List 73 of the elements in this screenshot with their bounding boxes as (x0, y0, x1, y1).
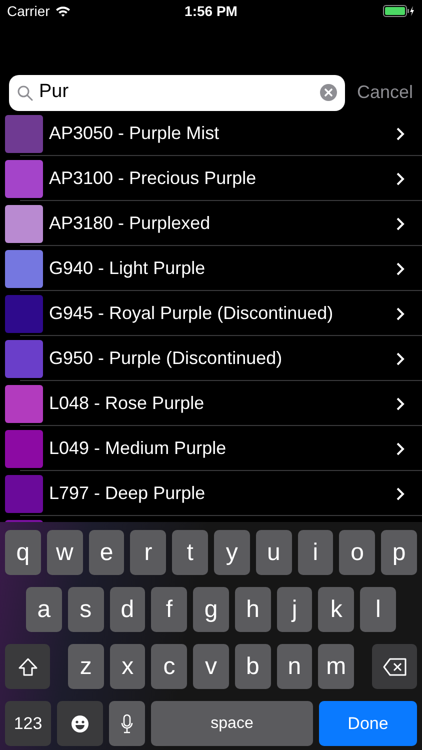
result-label: AP3100 - Precious Purple (49, 167, 258, 190)
letter-key[interactable]: j (276, 587, 312, 632)
letter-key[interactable]: a (26, 587, 62, 632)
letter-key[interactable]: d (110, 587, 146, 632)
carrier-label: Carrier (7, 2, 50, 20)
result-row[interactable]: L048 - Rose Purple (0, 381, 422, 426)
result-label: G940 - Light Purple (49, 257, 206, 280)
letter-key[interactable]: b (234, 644, 271, 689)
microphone-icon (121, 714, 133, 734)
chevron-icon (396, 262, 405, 276)
letter-key[interactable]: z (68, 644, 104, 689)
letter-key[interactable]: v (193, 644, 229, 689)
letter-key[interactable]: l (360, 587, 396, 632)
result-row[interactable]: AP3100 - Precious Purple (0, 156, 422, 201)
letter-key[interactable]: s (68, 587, 104, 632)
letter-key[interactable]: r (130, 530, 166, 575)
result-label: L049 - Medium Purple (49, 437, 228, 460)
result-label: AP3050 - Purple Mist (49, 122, 220, 145)
result-label: L797 - Deep Purple (49, 482, 206, 505)
letter-key[interactable]: p (381, 530, 417, 575)
chevron-icon (396, 396, 405, 410)
result-label: L048 - Rose Purple (49, 392, 206, 415)
search-field[interactable]: Pur (9, 74, 345, 110)
cancel-button[interactable]: Cancel (356, 79, 413, 106)
status-time: 1:56 PM (184, 2, 238, 20)
wifi-icon (54, 5, 71, 17)
result-label: G950 - Purple (Discontinued) (49, 347, 284, 370)
letter-key[interactable]: w (46, 530, 83, 575)
chevron-icon (396, 442, 405, 456)
letter-key[interactable]: h (234, 587, 271, 632)
shift-key[interactable] (5, 644, 50, 689)
chevron-icon (396, 352, 405, 366)
dictation-key[interactable] (109, 701, 145, 746)
search-text: Pur (39, 80, 70, 104)
letter-key[interactable]: c (151, 644, 188, 689)
space-key[interactable]: space (151, 701, 313, 746)
letter-key[interactable]: k (318, 587, 354, 632)
letter-key[interactable]: f (151, 587, 188, 632)
letter-key[interactable]: e (88, 530, 124, 575)
delete-key[interactable] (372, 644, 418, 689)
result-row[interactable]: AP3180 - Purplexed (0, 201, 422, 246)
smiley-icon (71, 714, 89, 732)
letter-key[interactable]: t (172, 530, 208, 575)
result-row[interactable]: G950 - Purple (Discontinued) (0, 336, 422, 381)
letter-key[interactable]: y (214, 530, 250, 575)
letter-key[interactable]: m (318, 644, 354, 689)
chevron-icon (396, 306, 405, 320)
result-row[interactable]: AP3050 - Purple Mist (0, 111, 422, 156)
chevron-icon (396, 126, 405, 140)
result-row[interactable]: L049 - Medium Purple (0, 426, 422, 471)
letter-key[interactable]: i (298, 530, 334, 575)
letter-key[interactable]: g (193, 587, 229, 632)
letter-key[interactable]: n (276, 644, 312, 689)
emoji-key[interactable] (57, 701, 103, 746)
result-label: G945 - Royal Purple (Discontinued) (49, 302, 334, 325)
result-row[interactable]: G945 - Royal Purple (Discontinued) (0, 291, 422, 336)
letter-key[interactable]: q (5, 530, 41, 575)
result-row[interactable]: L797 - Deep Purple (0, 471, 422, 516)
letter-key[interactable]: x (110, 644, 146, 689)
letter-key[interactable]: u (256, 530, 292, 575)
shift-icon (18, 658, 38, 676)
battery-charging-icon (383, 5, 416, 17)
chevron-icon (396, 216, 405, 230)
clear-icon[interactable] (320, 84, 337, 101)
delete-icon (382, 658, 407, 676)
chevron-icon (396, 486, 405, 500)
result-label: AP3180 - Purplexed (49, 212, 212, 235)
numbers-key[interactable]: 123 (5, 701, 51, 746)
search-icon (17, 84, 33, 100)
chevron-icon (396, 172, 405, 186)
result-row[interactable]: G940 - Light Purple (0, 246, 422, 291)
letter-key[interactable]: o (339, 530, 376, 575)
done-key[interactable]: Done (319, 701, 417, 746)
